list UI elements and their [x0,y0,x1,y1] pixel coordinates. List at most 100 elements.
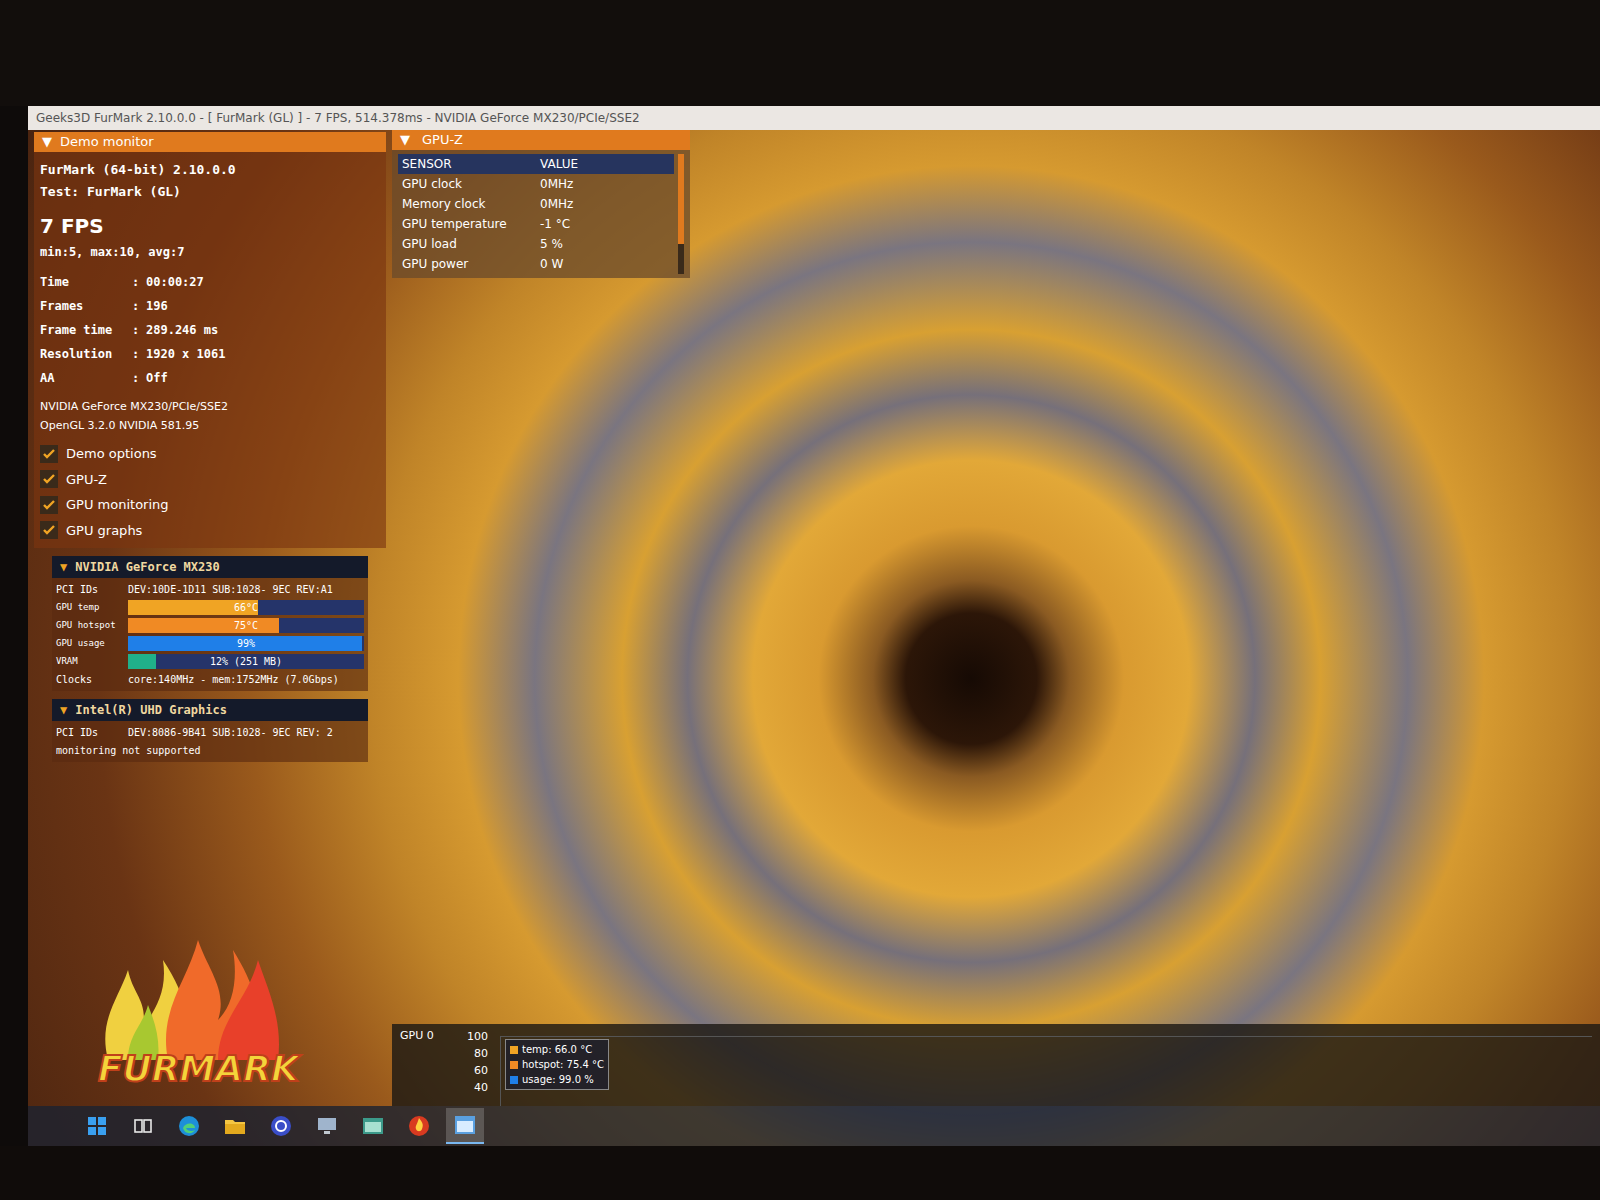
test-name: Test: FurMark (GL) [40,182,380,202]
collapse-arrow-icon: ▼ [42,132,52,152]
meter-row: GPU hotspot75°C [56,618,364,633]
checkbox[interactable] [40,470,58,488]
sensor-table: SENSORVALUEGPU clock0MHzMemory clock0MHz… [398,154,674,274]
legend-text: temp: 66.0 °C [522,1042,592,1057]
legend-swatch [510,1061,518,1069]
demo-monitor: ▼Demo monitorFurMark (64-bit) 2.10.0.0Te… [28,130,392,762]
stat-separator: : [132,319,146,341]
pci-value: DEV:10DE-1D11 SUB:1028- 9EC REV:A1 [128,582,333,597]
pci-row: PCI IDsDEV:8086-9B41 SUB:1028- 9EC REV: … [56,725,364,740]
axis-tick: 40 [474,1079,488,1096]
gpu-z-panel: ▼ GPU-Z SENSORVALUEGPU clock0MHzMemory clo… [392,130,690,278]
screen: Geeks3D FurMark 2.10.0.0 - [ FurMark (GL… [28,106,1600,1146]
taskbar-button[interactable] [354,1108,392,1144]
taskbar-button[interactable] [124,1108,162,1144]
table-row: Memory clock0MHz [398,194,674,214]
option-checkbox-row[interactable]: Demo options [40,444,380,464]
taskbar-button[interactable] [262,1108,300,1144]
taskbar-button[interactable] [446,1108,484,1144]
checkmark-icon [42,523,56,537]
computer-icon [315,1115,339,1137]
stat-value: Off [146,367,168,389]
gpu-header[interactable]: ▼Intel(R) UHD Graphics [52,699,368,721]
taskbar [28,1106,1600,1146]
stat-value: 00:00:27 [146,271,204,293]
taskbar-button[interactable] [78,1108,116,1144]
stat-row: Resolution:1920 x 1061 [40,343,380,365]
gpu-z-header[interactable]: ▼ GPU-Z [392,130,690,150]
taskbar-button[interactable] [400,1108,438,1144]
scrollbar[interactable] [678,154,684,274]
meter-reading: 12% (251 MB) [128,654,364,669]
renderer: NVIDIA GeForce MX230/PCIe/SSE2 [40,399,380,416]
furmark-logo: FURMARK [88,890,308,1100]
furmark-icon [407,1114,431,1138]
graph-plot: temp: 66.0 °Chotspot: 75.4 °Cusage: 99.0… [500,1036,1592,1106]
gpu-header[interactable]: ▼NVIDIA GeForce MX230 [52,556,368,578]
legend-swatch [510,1076,518,1084]
scrollbar-thumb[interactable] [678,154,684,244]
clocks-row: Clockscore:140MHz - mem:1752MHz (7.0Gbps… [56,672,364,687]
overlay-row: ▼Demo monitorFurMark (64-bit) 2.10.0.0Te… [28,130,1600,1106]
app-icon [269,1114,293,1138]
option-label: GPU graphs [66,521,142,541]
stat-row: Frames:196 [40,295,380,317]
pci-value: DEV:8086-9B41 SUB:1028- 9EC REV: 2 [128,725,333,740]
stat-row: Frame time:289.246 ms [40,319,380,341]
taskbar-button[interactable] [308,1108,346,1144]
gpu-z-body: SENSORVALUEGPU clock0MHzMemory clock0MHz… [392,150,690,278]
meter-reading: 66°C [128,600,364,615]
stat-value: 1920 x 1061 [146,343,225,365]
checkmark-icon [42,472,56,486]
table-cell: 0 W [536,255,674,273]
taskbar-button[interactable] [170,1108,208,1144]
panel-title: GPU-Z [422,130,463,150]
collapse-arrow-icon: ▼ [60,558,67,576]
pci-label: PCI IDs [56,582,128,597]
collapse-arrow-icon: ▼ [60,701,67,719]
meter-track: 66°C [128,600,364,615]
taskbar-button[interactable] [216,1108,254,1144]
meter-reading: 75°C [128,618,364,633]
stat-label: AA [40,367,132,389]
stat-separator: : [132,295,146,317]
column-header: SENSOR [398,155,536,173]
table-cell: GPU clock [398,175,536,193]
option-checkbox-row[interactable]: GPU-Z [40,470,380,490]
meter-track: 99% [128,636,364,651]
meter-label: VRAM [56,655,128,669]
task-view-icon [132,1115,154,1137]
table-cell: GPU power [398,255,536,273]
stat-label: Frame time [40,319,132,341]
left-column: ▼Demo monitorFurMark (64-bit) 2.10.0.0Te… [28,130,392,1106]
stat-row: Time:00:00:27 [40,271,380,293]
column-header: VALUE [536,155,674,173]
option-checkbox-row[interactable]: GPU monitoring [40,495,380,515]
meter-reading: 99% [128,636,364,651]
logo-text: FURMARK [98,1042,299,1096]
checkbox[interactable] [40,445,58,463]
demo-monitor-header[interactable]: ▼Demo monitor [34,132,386,152]
checkbox[interactable] [40,521,58,539]
gpu-body: PCI IDsDEV:8086-9B41 SUB:1028- 9EC REV: … [52,721,368,762]
clocks-label: Clocks [56,672,128,687]
table-cell: -1 °C [536,215,674,233]
pci-label: PCI IDs [56,725,128,740]
checkbox[interactable] [40,496,58,514]
edge-icon [177,1114,201,1138]
legend-item: usage: 99.0 % [510,1072,604,1087]
graph-label: GPU 0 [400,1028,450,1045]
collapse-arrow-icon: ▼ [400,130,410,150]
app-window-icon [454,1115,476,1135]
table-cell: 5 % [536,235,674,253]
stat-separator: : [132,367,146,389]
pci-row: PCI IDsDEV:10DE-1D11 SUB:1028- 9EC REV:A… [56,582,364,597]
bottom-bezel [0,1146,1600,1200]
meter-row: GPU temp66°C [56,600,364,615]
stat-label: Time [40,271,132,293]
meter-track: 75°C [128,618,364,633]
photo: Geeks3D FurMark 2.10.0.0 - [ FurMark (GL… [0,0,1600,1200]
option-checkbox-row[interactable]: GPU graphs [40,521,380,541]
legend-text: hotspot: 75.4 °C [522,1057,604,1072]
stat-value: 196 [146,295,168,317]
